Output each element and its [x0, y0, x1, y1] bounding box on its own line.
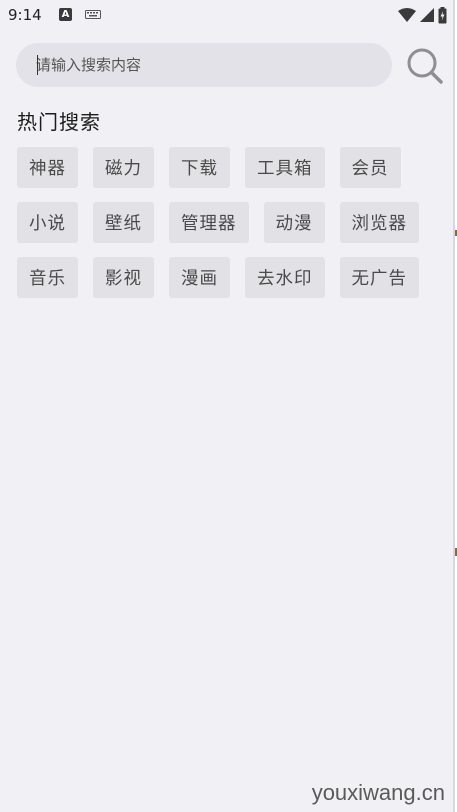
hot-search-tag[interactable]: 神器: [17, 147, 78, 188]
hot-search-tag[interactable]: 去水印: [245, 257, 325, 298]
hot-search-tag[interactable]: 动漫: [263, 202, 325, 243]
wifi-icon: [398, 8, 416, 22]
hot-search-tag[interactable]: 管理器: [169, 202, 249, 243]
signal-icon: [420, 8, 434, 22]
status-time: 9:14: [8, 6, 42, 24]
hot-search-tag[interactable]: 影视: [93, 257, 154, 298]
battery-icon: [438, 6, 447, 23]
hot-search-tag[interactable]: 漫画: [169, 257, 230, 298]
app-screen: 9:14 A 请输入搜索内容 热门搜索 神器 磁力 下载 工具箱 会员 小说 壁…: [0, 0, 455, 812]
search-input[interactable]: [36, 43, 376, 87]
hot-search-row: 神器 磁力 下载 工具箱 会员: [17, 147, 416, 188]
hot-search-tag[interactable]: 浏览器: [339, 202, 419, 243]
status-bar: 9:14 A: [0, 0, 453, 32]
search-box: [16, 43, 392, 87]
hot-search-tag[interactable]: 下载: [169, 147, 230, 188]
hot-search-tag[interactable]: 无广告: [339, 257, 419, 298]
hot-search-tag[interactable]: 壁纸: [93, 202, 154, 243]
hot-search-tag[interactable]: 工具箱: [245, 147, 325, 188]
hot-search-title: 热门搜索: [17, 110, 101, 134]
text-cursor: [37, 55, 38, 75]
notification-a-icon: A: [59, 8, 72, 21]
hot-search-tag[interactable]: 磁力: [93, 147, 154, 188]
hot-search-tag[interactable]: 小说: [17, 202, 78, 243]
hot-search-row: 音乐 影视 漫画 去水印 无广告: [17, 257, 434, 298]
watermark: youxiwang.cn: [311, 780, 445, 805]
hot-search-row: 小说 壁纸 管理器 动漫 浏览器: [17, 202, 434, 243]
status-icons: [398, 6, 447, 24]
search-icon[interactable]: [404, 45, 444, 85]
hot-search-tag[interactable]: 会员: [339, 147, 401, 188]
keyboard-icon: [85, 10, 101, 19]
hot-search-tag[interactable]: 音乐: [17, 257, 78, 298]
